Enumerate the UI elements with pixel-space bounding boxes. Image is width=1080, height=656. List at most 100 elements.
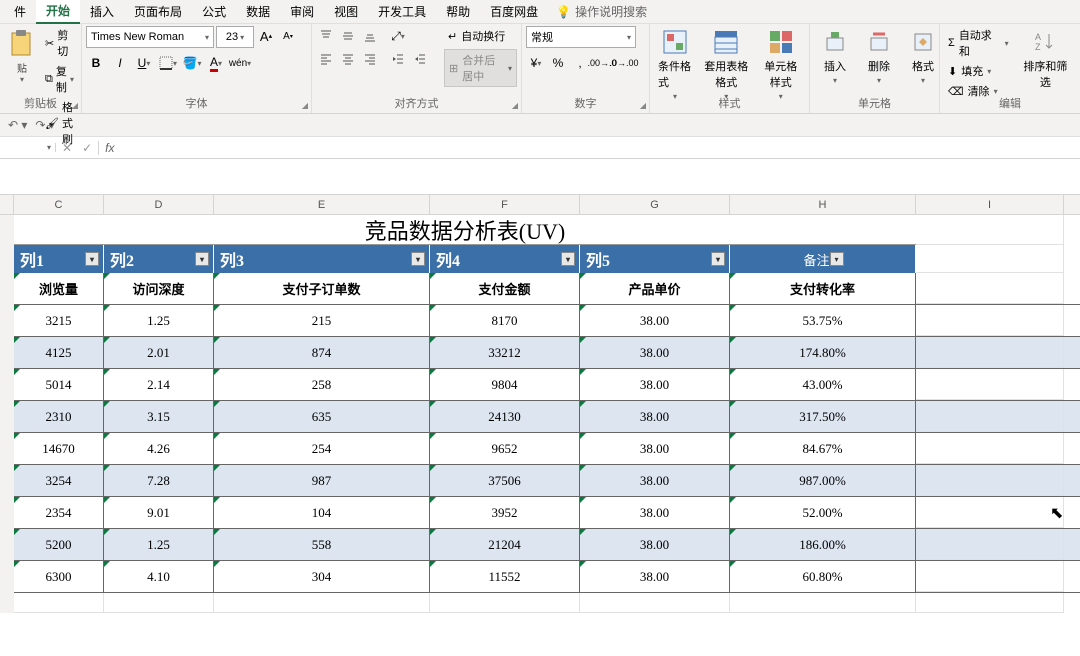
data-cell[interactable]: 558 [214, 529, 430, 560]
col-header-g[interactable]: G [580, 195, 730, 214]
sort-filter-button[interactable]: AZ 排序和筛选 [1015, 26, 1076, 92]
data-cell[interactable]: 9.01 [104, 497, 214, 528]
sub-header-0[interactable]: 浏览量 [14, 273, 104, 304]
filter-header-1[interactable]: 列2▾ [104, 245, 214, 273]
filter-dropdown-icon[interactable]: ▾ [561, 252, 575, 266]
filter-dropdown-icon[interactable]: ▾ [830, 252, 844, 266]
align-left-button[interactable] [316, 49, 336, 69]
data-cell[interactable]: 2.01 [104, 337, 214, 368]
sheet-title[interactable]: 竞品数据分析表(UV) [14, 215, 916, 245]
data-cell[interactable]: 3952 [430, 497, 580, 528]
menu-baidu[interactable]: 百度网盘 [480, 0, 548, 23]
data-cell[interactable]: 317.50% [730, 401, 916, 432]
font-launcher[interactable]: ◢ [302, 101, 308, 110]
filter-header-4[interactable]: 列5▾ [580, 245, 730, 273]
data-cell[interactable]: 43.00% [730, 369, 916, 400]
fill-color-button[interactable]: 🪣▾ [182, 53, 202, 73]
select-all-corner[interactable] [0, 195, 14, 214]
sub-header-4[interactable]: 产品单价 [580, 273, 730, 304]
alignment-launcher[interactable]: ◢ [512, 101, 518, 110]
filter-header-5[interactable]: 备注▾ [730, 245, 916, 273]
data-cell[interactable]: 38.00 [580, 369, 730, 400]
data-cell[interactable]: 104 [214, 497, 430, 528]
data-cell[interactable]: 1.25 [104, 529, 214, 560]
data-cell[interactable]: 186.00% [730, 529, 916, 560]
data-cell[interactable]: 84.67% [730, 433, 916, 464]
cell-styles-button[interactable]: 单元格样式▾ [757, 26, 805, 103]
align-top-button[interactable] [316, 26, 336, 46]
data-cell[interactable]: 60.80% [730, 561, 916, 592]
insert-cells-button[interactable]: 插入▾ [814, 26, 856, 87]
filter-dropdown-icon[interactable]: ▾ [195, 252, 209, 266]
number-launcher[interactable]: ◢ [640, 101, 646, 110]
data-cell[interactable]: 174.80% [730, 337, 916, 368]
sub-header-5[interactable]: 支付转化率 [730, 273, 916, 304]
menu-view[interactable]: 视图 [324, 0, 368, 23]
data-cell[interactable]: 38.00 [580, 337, 730, 368]
col-header-c[interactable]: C [14, 195, 104, 214]
menu-formulas[interactable]: 公式 [192, 0, 236, 23]
data-cell[interactable]: 6300 [14, 561, 104, 592]
filter-dropdown-icon[interactable]: ▾ [85, 252, 99, 266]
increase-indent-button[interactable] [410, 49, 430, 69]
paste-icon[interactable] [6, 28, 38, 60]
percent-button[interactable]: % [548, 53, 568, 73]
filter-header-3[interactable]: 列4▾ [430, 245, 580, 273]
data-cell[interactable]: 2310 [14, 401, 104, 432]
wrap-text-button[interactable]: ↵自动换行 [444, 26, 517, 46]
align-center-button[interactable] [338, 49, 358, 69]
data-cell[interactable]: 38.00 [580, 465, 730, 496]
sub-header-3[interactable]: 支付金额 [430, 273, 580, 304]
data-cell[interactable]: 1.25 [104, 305, 214, 336]
data-cell[interactable]: 4125 [14, 337, 104, 368]
font-color-button[interactable]: A▾ [206, 53, 226, 73]
decrease-font-button[interactable]: A▾ [278, 26, 298, 46]
chevron-down-icon[interactable]: ▾ [20, 75, 24, 84]
data-cell[interactable]: 38.00 [580, 561, 730, 592]
conditional-format-button[interactable]: 条件格式▾ [654, 26, 696, 103]
underline-button[interactable]: U▾ [134, 53, 154, 73]
format-cells-button[interactable]: 格式▾ [902, 26, 944, 87]
font-size-select[interactable]: 23▾ [216, 26, 254, 48]
data-cell[interactable]: 4.26 [104, 433, 214, 464]
menu-pagelayout[interactable]: 页面布局 [124, 0, 192, 23]
data-cell[interactable]: 874 [214, 337, 430, 368]
data-cell[interactable]: 11552 [430, 561, 580, 592]
decrease-decimal-button[interactable]: .0→.00 [614, 53, 634, 73]
border-button[interactable]: ▾ [158, 53, 178, 73]
data-cell[interactable]: 987 [214, 465, 430, 496]
data-cell[interactable]: 33212 [430, 337, 580, 368]
number-format-select[interactable]: 常规▾ [526, 26, 636, 48]
data-cell[interactable]: 2.14 [104, 369, 214, 400]
data-cell[interactable]: 38.00 [580, 305, 730, 336]
align-right-button[interactable] [360, 49, 380, 69]
currency-button[interactable]: ¥▾ [526, 53, 546, 73]
data-cell[interactable]: 2354 [14, 497, 104, 528]
copy-button[interactable]: ⧉复制▾ [42, 62, 77, 96]
phonetic-button[interactable]: wén▾ [230, 53, 250, 73]
fx-icon[interactable]: fx [99, 141, 120, 155]
bold-button[interactable]: B [86, 53, 106, 73]
data-cell[interactable]: 258 [214, 369, 430, 400]
autosum-button[interactable]: Σ自动求和▾ [944, 26, 1013, 60]
menu-dev[interactable]: 开发工具 [368, 0, 436, 23]
tell-me-search[interactable]: 💡 操作说明搜索 [556, 3, 647, 20]
col-header-d[interactable]: D [104, 195, 214, 214]
menu-review[interactable]: 审阅 [280, 0, 324, 23]
col-header-h[interactable]: H [730, 195, 916, 214]
filter-header-2[interactable]: 列3▾ [214, 245, 430, 273]
data-cell[interactable]: 3.15 [104, 401, 214, 432]
filter-dropdown-icon[interactable]: ▾ [711, 252, 725, 266]
data-cell[interactable]: 24130 [430, 401, 580, 432]
delete-cells-button[interactable]: 删除▾ [858, 26, 900, 87]
data-cell[interactable]: 3215 [14, 305, 104, 336]
sub-header-1[interactable]: 访问深度 [104, 273, 214, 304]
data-cell[interactable]: 52.00% [730, 497, 916, 528]
align-bottom-button[interactable] [360, 26, 380, 46]
data-cell[interactable]: 38.00 [580, 433, 730, 464]
data-cell[interactable]: 4.10 [104, 561, 214, 592]
decrease-indent-button[interactable] [388, 49, 408, 69]
filter-dropdown-icon[interactable]: ▾ [411, 252, 425, 266]
cut-button[interactable]: ✂剪切 [42, 26, 77, 60]
data-cell[interactable]: 3254 [14, 465, 104, 496]
